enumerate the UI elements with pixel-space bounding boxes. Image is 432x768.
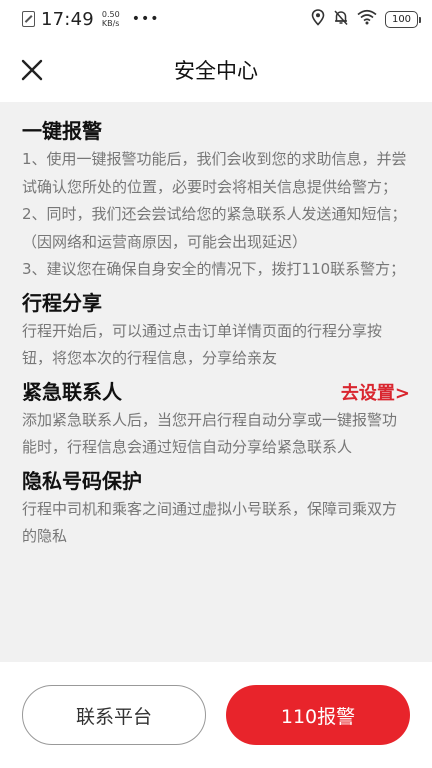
network-speed-unit: KB/s — [101, 19, 120, 28]
section-paragraph: 1、使用一键报警功能后，我们会收到您的求助信息，并尝试确认您所处的位置，必要时会… — [22, 150, 407, 196]
status-time: 17:49 — [41, 8, 94, 30]
network-speed-value: 0.50 — [101, 10, 120, 19]
page-title: 安全中心 — [174, 59, 258, 83]
go-settings-link[interactable]: 去设置> — [341, 379, 410, 405]
section-one-key-alarm: 一键报警 1、使用一键报警功能后，我们会收到您的求助信息，并尝试确认您所处的位置… — [22, 116, 410, 284]
status-bar: 17:49 0.50 KB/s ••• 100 — [0, 0, 432, 38]
section-paragraph: 行程开始后，可以通过点击订单详情页面的行程分享按钮，将您本次的行程信息，分享给亲… — [22, 321, 383, 368]
status-left: 17:49 0.50 KB/s ••• — [22, 9, 159, 30]
section-paragraph: 行程中司机和乘客之间通过虚拟小号联系，保障司乘双方的隐私 — [22, 499, 398, 546]
network-speed: 0.50 KB/s — [102, 10, 120, 28]
safety-info-content[interactable]: 一键报警 1、使用一键报警功能后，我们会收到您的求助信息，并尝试确认您所处的位置… — [0, 102, 432, 662]
section-head: 行程分享 — [22, 288, 410, 318]
battery-icon: 100 — [385, 10, 421, 28]
section-paragraph: 3、建议您在确保自身安全的情况下，拨打110联系警方； — [22, 260, 406, 278]
section-head: 紧急联系人 去设置> — [22, 377, 410, 407]
section-paragraph: 添加紧急联系人后，当您开启行程自动分享或一键报警功能时，行程信息会通过短信自动分… — [22, 410, 398, 457]
section-privacy-number: 隐私号码保护 行程中司机和乘客之间通过虚拟小号联系，保障司乘双方的隐私 — [22, 466, 410, 551]
status-right: 100 — [311, 8, 421, 30]
call-110-button[interactable]: 110报警 — [226, 685, 410, 745]
section-head: 一键报警 — [22, 116, 410, 146]
section-title: 紧急联系人 — [22, 379, 122, 404]
section-title: 隐私号码保护 — [22, 468, 142, 493]
close-icon — [21, 59, 43, 81]
contact-platform-button[interactable]: 联系平台 — [22, 685, 206, 745]
wifi-icon — [357, 9, 377, 29]
no-sim-icon — [22, 11, 35, 27]
mute-bell-icon — [333, 9, 349, 30]
section-emergency-contact: 紧急联系人 去设置> 添加紧急联系人后，当您开启行程自动分享或一键报警功能时，行… — [22, 377, 410, 462]
header: 安全中心 — [0, 38, 432, 102]
bottom-action-bar: 联系平台 110报警 — [0, 662, 432, 768]
section-title: 行程分享 — [22, 290, 102, 315]
close-button[interactable] — [14, 52, 50, 88]
section-paragraph: 2、同时，我们还会尝试给您的紧急联系人发送通知短信；（因网络和运营商原因，可能会… — [22, 205, 407, 251]
section-title: 一键报警 — [22, 119, 102, 143]
location-icon — [311, 8, 325, 30]
more-notifications-icon: ••• — [131, 11, 160, 27]
section-trip-share: 行程分享 行程开始后，可以通过点击订单详情页面的行程分享按钮，将您本次的行程信息… — [22, 288, 410, 373]
section-head: 隐私号码保护 — [22, 466, 410, 496]
